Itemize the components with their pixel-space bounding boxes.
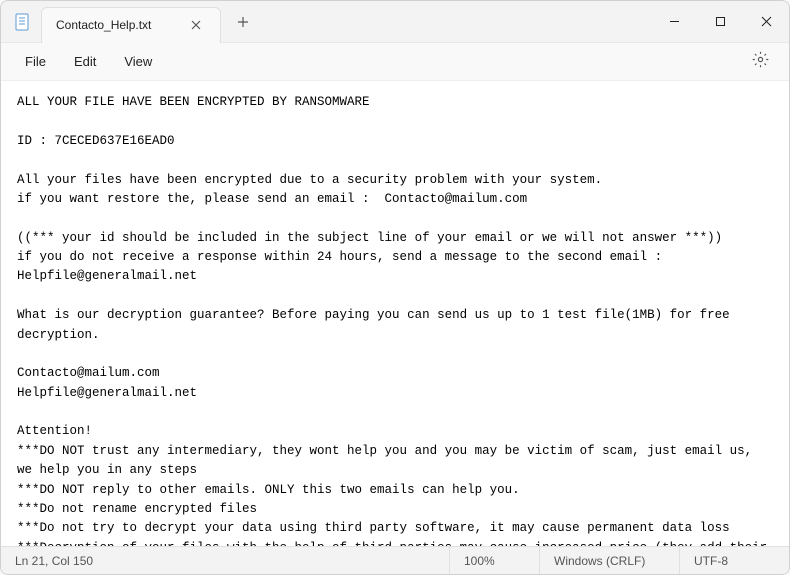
status-position[interactable]: Ln 21, Col 150 [1,547,107,574]
text-content-area[interactable]: ALL YOUR FILE HAVE BEEN ENCRYPTED BY RAN… [1,81,789,546]
new-tab-button[interactable] [227,16,259,28]
settings-button[interactable] [742,45,779,79]
status-encoding[interactable]: UTF-8 [679,547,789,574]
close-button[interactable] [743,1,789,42]
notepad-window: Contacto_Help.txt File Edit View [0,0,790,575]
status-line-ending[interactable]: Windows (CRLF) [539,547,679,574]
status-zoom[interactable]: 100% [449,547,539,574]
menu-view[interactable]: View [110,48,166,75]
close-tab-icon[interactable] [186,15,206,35]
app-icon [13,12,33,32]
menu-file[interactable]: File [11,48,60,75]
file-tab[interactable]: Contacto_Help.txt [41,7,221,43]
menu-edit[interactable]: Edit [60,48,110,75]
tab-title: Contacto_Help.txt [56,18,176,32]
document-text: ALL YOUR FILE HAVE BEEN ENCRYPTED BY RAN… [17,95,775,546]
maximize-button[interactable] [697,1,743,42]
titlebar: Contacto_Help.txt [1,1,789,43]
menubar: File Edit View [1,43,789,81]
minimize-button[interactable] [651,1,697,42]
window-controls [651,1,789,42]
statusbar: Ln 21, Col 150 100% Windows (CRLF) UTF-8 [1,546,789,574]
